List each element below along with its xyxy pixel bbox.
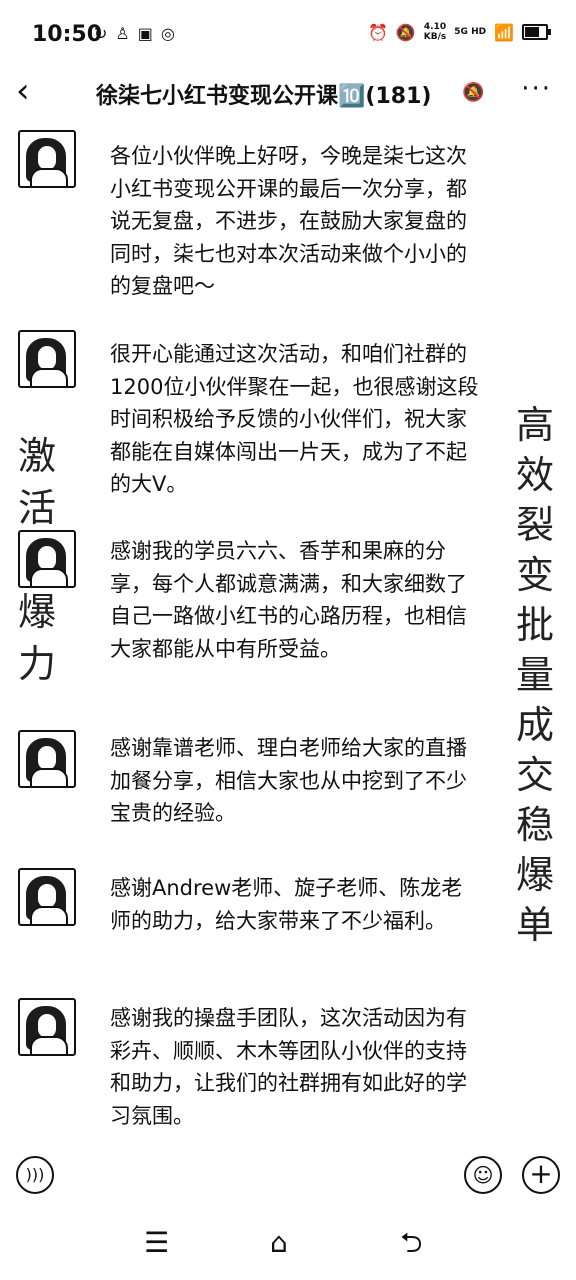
- avatar[interactable]: [18, 130, 76, 188]
- emoji-icon[interactable]: ☺: [464, 1156, 502, 1194]
- chat-header: ‹ 徐柒七小红书变现公开课🔟(181) 🔕 ···: [0, 70, 576, 120]
- status-time: 10:50: [32, 22, 103, 47]
- alarm-icon: ⏰: [367, 22, 388, 42]
- plus-icon[interactable]: +: [522, 1156, 560, 1194]
- message-text[interactable]: 感谢Andrew老师、旋子老师、陈龙老师的助力，给大家带来了不少福利。: [110, 872, 480, 937]
- more-options-button[interactable]: ···: [521, 74, 552, 104]
- sync-icon: ↻: [94, 24, 116, 43]
- message-text[interactable]: 很开心能通过这次活动，和咱们社群的1200位小伙伴聚在一起，也很感谢这段时间积极…: [110, 338, 480, 501]
- back-button[interactable]: ‹: [16, 74, 52, 110]
- avatar[interactable]: [18, 868, 76, 926]
- status-bar: 10:50 ↻♙▣◎ ⏰ 🔕 4.10 KB/s 5G HD 📶: [0, 0, 576, 70]
- avatar[interactable]: [18, 330, 76, 388]
- message-text[interactable]: 感谢我的学员六六、香芋和果麻的分享，每个人都诚意满满，和大家细数了自己一路做小红…: [110, 535, 480, 665]
- mute-status-icon: 🔕: [395, 22, 416, 42]
- avatar[interactable]: [18, 530, 76, 588]
- battery-icon: [522, 24, 551, 40]
- person-icon: ♙: [115, 24, 138, 43]
- location-icon: ◎: [160, 24, 183, 43]
- status-right-icons: ⏰ 🔕 4.10 KB/s 5G HD 📶: [367, 22, 551, 42]
- menu-icon[interactable]: ☰: [144, 1226, 169, 1260]
- chat-title: 徐柒七小红书变现公开课🔟(181): [96, 84, 432, 109]
- avatar[interactable]: [18, 998, 76, 1056]
- mute-icon: 🔕: [462, 82, 485, 103]
- message-text[interactable]: 各位小伙伴晚上好呀，今晚是柒七这次小红书变现公开课的最后一次分享，都说无复盘，不…: [110, 140, 480, 303]
- network-type: 5G HD: [454, 27, 487, 37]
- input-bar: ))) ☺ +: [0, 1150, 576, 1200]
- network-speed: 4.10 KB/s: [424, 22, 446, 42]
- message-text[interactable]: 感谢靠谱老师、理白老师给大家的直播加餐分享，相信大家也从中挖到了不少宝贵的经验。: [110, 732, 480, 830]
- notification-icons: ↻♙▣◎: [94, 24, 183, 43]
- app-icon: ▣: [137, 24, 161, 43]
- home-icon[interactable]: ⌂: [270, 1226, 288, 1260]
- system-nav-bar: ☰ ⌂ ⮌: [0, 1210, 576, 1280]
- wifi-icon: 📶: [494, 22, 514, 42]
- message-list[interactable]: 各位小伙伴晚上好呀，今晚是柒七这次小红书变现公开课的最后一次分享，都说无复盘，不…: [0, 120, 576, 1150]
- voice-icon[interactable]: ))): [16, 1156, 54, 1194]
- speed-value: 4.10: [423, 22, 447, 32]
- message-text[interactable]: 感谢我的操盘手团队，这次活动因为有彩卉、顺顺、木木等团队小伙伴的支持和助力，让我…: [110, 1002, 480, 1132]
- battery-fill: [525, 27, 539, 37]
- avatar[interactable]: [18, 730, 76, 788]
- back-nav-icon[interactable]: ⮌: [400, 1226, 422, 1260]
- speed-unit: KB/s: [423, 32, 447, 42]
